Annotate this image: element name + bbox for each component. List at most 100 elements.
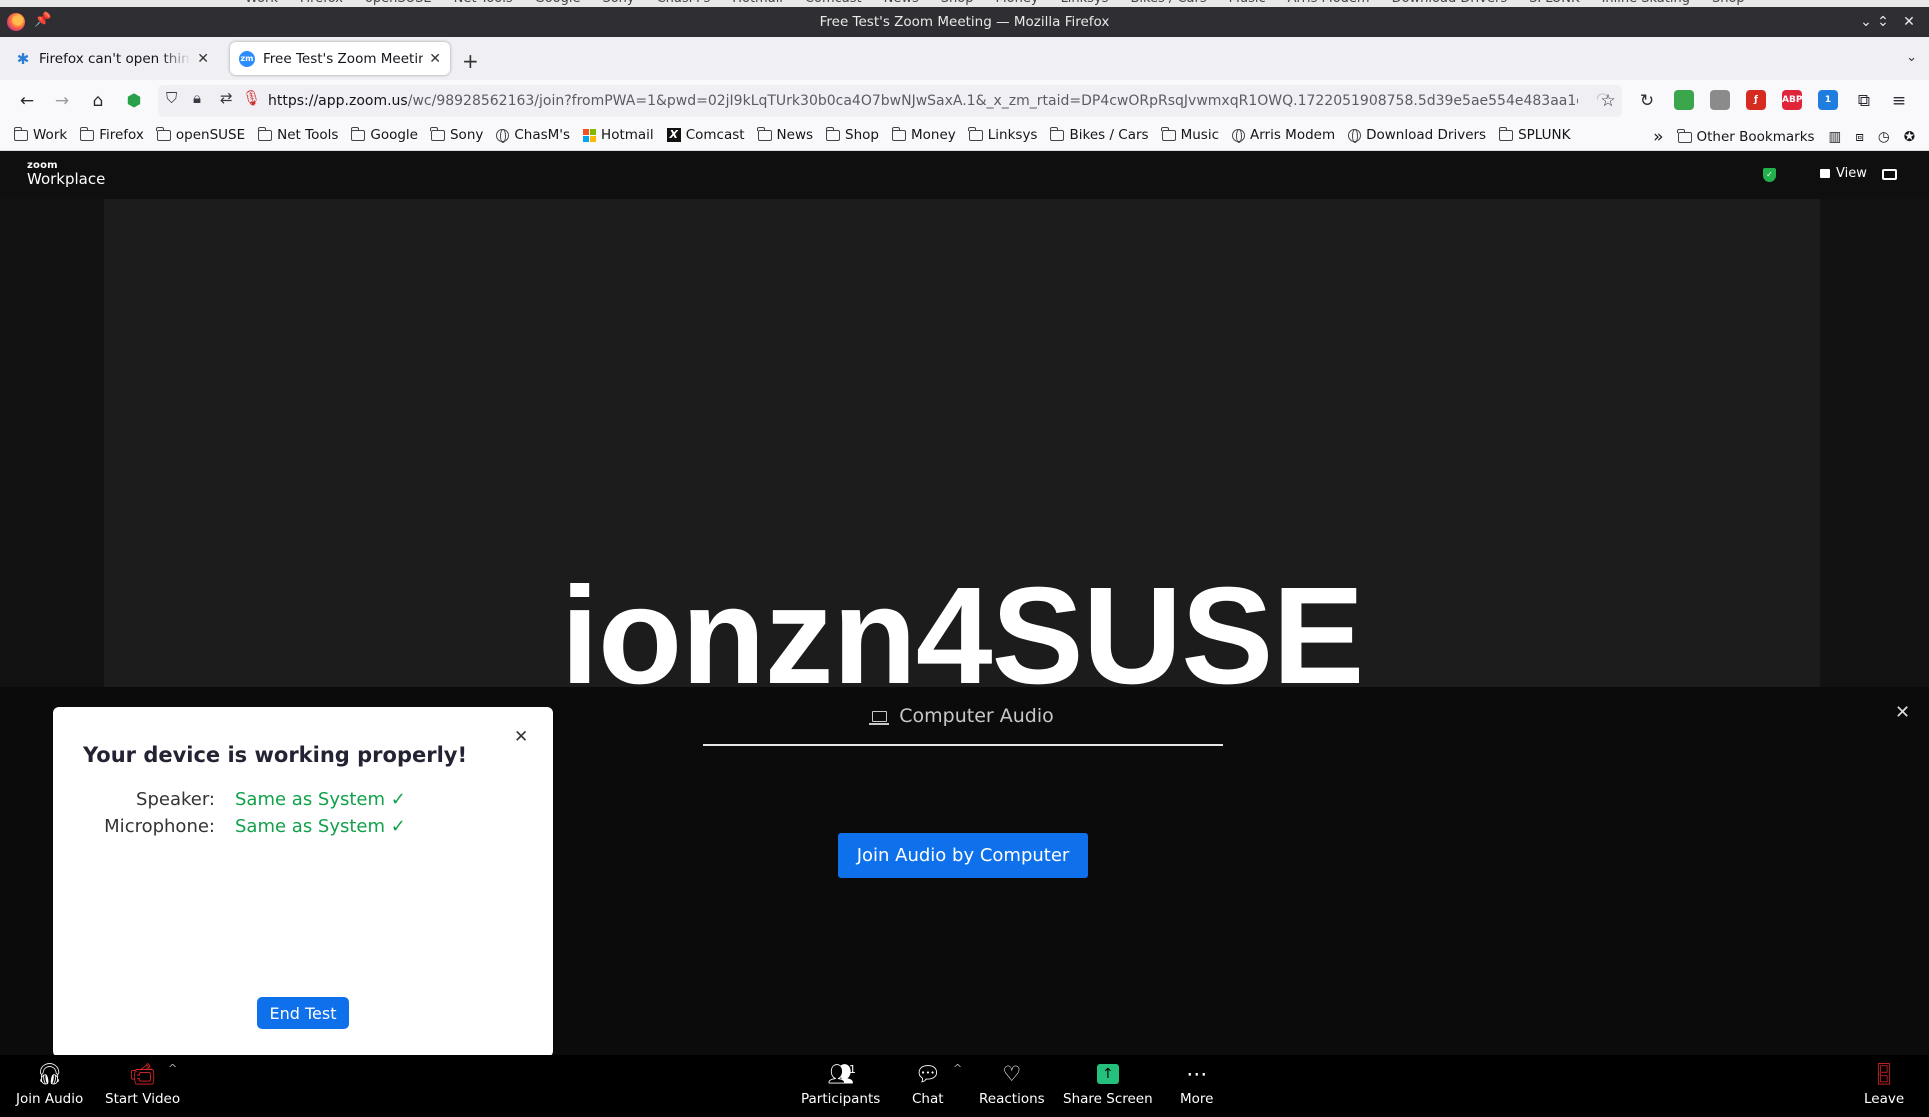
customize-icon[interactable]: ✪ [1904,129,1915,145]
bookmark-sony[interactable]: Sony [430,126,483,143]
x-logo-icon: X [666,128,681,142]
bookmark-bikes-cars[interactable]: Bikes / Cars [1049,126,1149,143]
reload-icon[interactable]: ↻ [1635,89,1659,113]
bookmark-label: Arris Modem [1250,127,1336,143]
ghost-bookmark: ChasM's [657,0,711,6]
folder-icon [430,126,445,141]
history-clock-icon[interactable]: ◷ [1878,129,1890,145]
bookmark-download-drivers[interactable]: Download Drivers [1348,127,1486,143]
close-dialog-icon[interactable]: ✕ [514,727,528,747]
forward-arrow-icon[interactable]: → [50,89,74,113]
close-audio-panel-icon[interactable]: ✕ [1895,702,1910,723]
bookmark-news[interactable]: News [757,126,813,143]
bookmark-opensuse[interactable]: openSUSE [156,126,245,143]
close-tab-icon[interactable]: ✕ [429,51,441,67]
bookmarks-overflow-chevron-icon[interactable]: » [1653,127,1663,147]
chat-options-caret-icon[interactable]: ^ [953,1062,962,1075]
address-bar[interactable]: ⛉ 🔒︎ ⇄ 🎙︎ https://app.zoom.us/wc/9892856… [158,85,1622,117]
list-all-tabs-chevron-icon[interactable]: ⌄ [1906,50,1917,65]
evernote-ext-icon[interactable] [1674,90,1694,110]
menu-hamburger-icon[interactable]: ≡ [1887,89,1911,113]
tab-strip: ✱ Firefox can't open things to ✕ zm Free… [0,37,1929,80]
green-extension-icon[interactable]: ⬢ [122,89,146,113]
bookmark-label: Money [911,127,956,143]
background-bookmark-ghosts: Work Firefox openSUSE Net Tools Google Sony Ch… [245,0,1745,6]
bookmark-star-icon[interactable]: ☆ [1596,89,1620,113]
microsoft-icon [583,128,597,142]
tab-firefox-cant-open[interactable]: ✱ Firefox can't open things to ✕ [6,42,218,75]
tab-zoom-meeting[interactable]: zm Free Test's Zoom Meeting ✕ [230,42,450,75]
microphone-value: Same as System ✓ [235,816,406,837]
bookmark-hotmail[interactable]: Hotmail [583,127,654,143]
home-icon[interactable]: ⌂ [86,89,110,113]
bookmark-comcast[interactable]: X Comcast [666,127,745,143]
bookmark-chasm-s[interactable]: ChasM's [496,127,570,143]
close-tab-icon[interactable]: ✕ [197,51,209,67]
library-icon[interactable]: ⧈ [1855,129,1864,145]
bookmark-net-tools[interactable]: Net Tools [257,126,338,143]
folder-icon [1677,128,1692,143]
close-window-button[interactable]: ✕ [1898,11,1920,33]
more-button[interactable]: ⋯ More [1180,1059,1213,1107]
bookmark-linksys[interactable]: Linksys [968,126,1037,143]
ghost-bookmark: Comcast [805,0,862,6]
meeting-toolbar: 🎧︎ Join Audio 📹︎ Start Video ^ 👥︎ Partic… [0,1055,1929,1117]
other-bookmarks-folder[interactable]: Other Bookmarks [1677,128,1815,145]
share-screen-button[interactable]: ↑ Share Screen [1063,1059,1153,1107]
folder-icon [79,126,95,141]
bookmarks-toolbar: Work Firefox openSUSE Net Tools Google Sony Ch… [0,122,1929,151]
participant-video-tile[interactable]: ionzn4SUSE [104,199,1820,687]
folder-icon [350,126,366,141]
new-tab-button[interactable]: + [462,49,479,73]
bookmark-splunk[interactable]: SPLUNK [1498,126,1571,143]
dialog-title: Your device is working properly! [83,743,468,767]
bookmark-music[interactable]: Music [1161,126,1219,143]
ghost-bookmark: Money [995,0,1038,6]
toolbar-label: Participants [801,1091,881,1107]
video-off-icon: 📹︎ [129,1061,156,1086]
video-options-caret-icon[interactable]: ^ [168,1062,177,1075]
bookmark-firefox[interactable]: Firefox [79,126,144,143]
lock-icon[interactable]: 🔒︎ [193,89,201,107]
ghost-bookmark: Shop [941,0,974,6]
bookmark-arris-modem[interactable]: Arris Modem [1232,127,1335,143]
adblock-ext-icon[interactable]: ABP [1782,90,1802,110]
bookmark-money[interactable]: Money [891,126,956,143]
shield-ext-icon[interactable] [1710,90,1730,110]
url-text[interactable]: https://app.zoom.us/wc/98928562163/join?… [268,93,1578,109]
fullscreen-icon[interactable] [1882,169,1897,180]
end-test-button[interactable]: End Test [257,997,349,1029]
window-title: Free Test's Zoom Meeting — Mozilla Firef… [819,14,1110,30]
sidebar-icon[interactable]: ▥ [1829,129,1842,145]
bookmark-shop[interactable]: Shop [825,126,879,143]
participants-count: 1 [849,1063,856,1076]
permissions-icon[interactable]: ⇄ [220,89,233,107]
toolbar-label: Chat [912,1091,944,1107]
tracking-shield-icon[interactable]: ⛉ [166,89,177,107]
zoom-icon: zm [239,50,255,67]
leave-button[interactable]: 🚪︎ Leave [1864,1059,1904,1108]
maximize-button[interactable]: ⌃ [1872,11,1894,33]
toolbar-label: More [1180,1091,1214,1107]
back-arrow-icon[interactable]: ← [15,89,39,113]
view-button[interactable]: View [1820,166,1867,181]
ghost-bookmark: Shop [1712,0,1745,6]
ghost-bookmark: Bikes / Cars [1130,0,1206,6]
encryption-shield-icon[interactable]: ✓ [1763,168,1776,182]
microphone-icon[interactable]: 🎙︎ [242,89,261,107]
share-screen-icon: ↑ [1096,1059,1119,1089]
bookmark-label: Download Drivers [1366,127,1487,143]
chat-button[interactable]: 💬︎ Chat [912,1059,944,1108]
bookmark-work[interactable]: Work [13,126,67,143]
join-audio-button[interactable]: 🎧︎ Join Audio [16,1059,83,1108]
flash-ext-icon[interactable]: ƒ [1746,90,1766,110]
reactions-button[interactable]: ♡ Reactions [979,1059,1045,1107]
bookmark-google[interactable]: Google [350,126,418,143]
bookmark-label: Shop [845,127,879,143]
badge-ext-icon[interactable]: 1 [1818,90,1838,110]
participants-button[interactable]: 👥︎ Participants [801,1059,881,1108]
join-audio-by-computer-button[interactable]: Join Audio by Computer [838,833,1088,878]
extensions-puzzle-icon[interactable]: ⧉ [1852,89,1876,113]
bookmark-label: Other Bookmarks [1696,129,1815,145]
tab-computer-audio[interactable]: Computer Audio [703,705,1223,727]
